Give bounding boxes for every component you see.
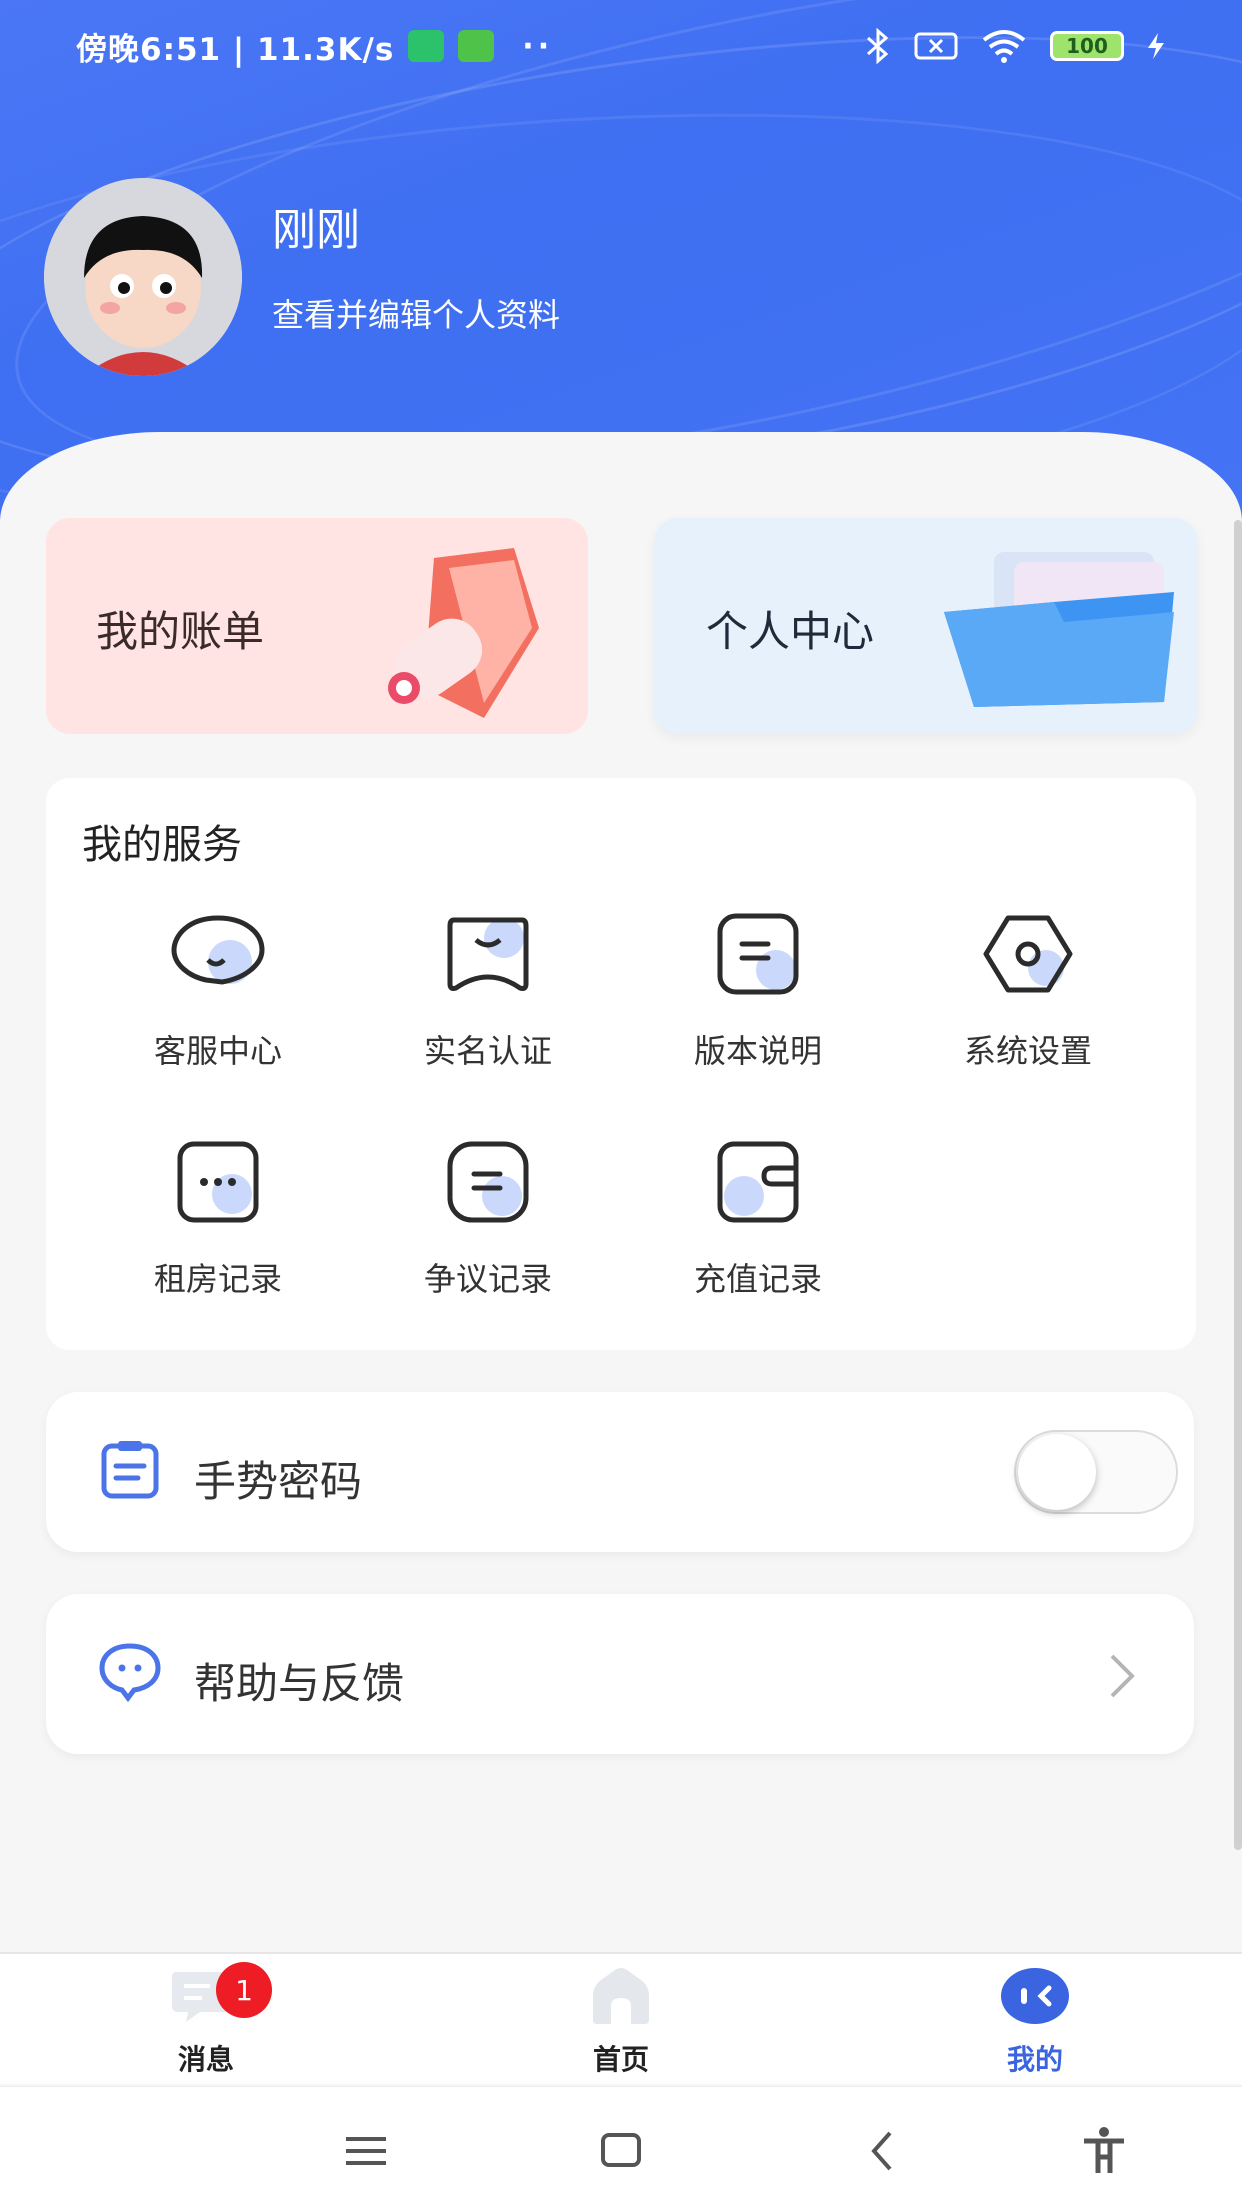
bluetooth-icon [867,28,889,64]
personal-center-card[interactable]: 个人中心 [654,518,1198,734]
service-real-name-verify[interactable]: 实名认证 [398,906,578,1076]
no-sim-icon [914,32,958,60]
service-label: 充值记录 [693,1260,822,1298]
battery-icon: 100 [1050,31,1124,61]
settings-icon [983,915,1073,993]
dispute-record-icon [447,1141,529,1223]
shield-app-icon [408,30,445,62]
rent-record-icon [177,1141,259,1223]
my-bill-label: 我的账单 [96,607,265,656]
home-icon [593,1968,649,2024]
wifi-icon [982,30,1026,63]
service-label: 版本说明 [693,1032,822,1070]
id-verify-icon [447,917,529,991]
gesture-password-row: 手势密码 [46,1392,1194,1552]
service-customer-center[interactable]: 客服中心 [128,906,308,1076]
edit-profile-link[interactable]: 查看并编辑个人资料 [272,290,560,336]
help-feedback-row[interactable]: 帮助与反馈 [46,1594,1194,1754]
more-notifications-icon: ·· [522,28,554,64]
personal-center-label: 个人中心 [706,607,875,656]
help-feedback-label: 帮助与反馈 [194,1659,405,1708]
my-bill-card[interactable]: 我的账单 [46,518,588,734]
chevron-right-icon [1110,1654,1135,1698]
tab-label: 消息 [177,2043,234,2076]
tab-label: 首页 [592,2043,649,2076]
android-app-icon [458,30,495,62]
gesture-password-toggle[interactable] [1014,1430,1178,1514]
service-recharge-record[interactable]: 充值记录 [668,1134,848,1304]
charging-icon [1148,33,1164,59]
accessibility-icon[interactable] [1076,2123,1132,2179]
tab-home[interactable]: 首页 [531,1966,711,2078]
message-count-badge: 1 [216,1962,272,2018]
service-label: 租房记录 [153,1260,282,1298]
service-version-notes[interactable]: 版本说明 [668,906,848,1076]
user-name: 刚刚 [272,205,360,256]
service-label: 客服中心 [153,1032,282,1070]
headset-icon [171,915,265,985]
service-dispute-record[interactable]: 争议记录 [398,1134,578,1304]
bill-illustration-icon [388,548,539,718]
avatar-cartoon-image [44,178,242,376]
system-navigation-bar [0,2086,1242,2208]
status-time-speed: 傍晚6:51 | 11.3K/s [76,31,395,68]
status-bar: 傍晚6:51 | 11.3K/s ·· 100 [0,0,1242,92]
tab-mine[interactable]: 我的 [945,1966,1125,2078]
back-icon[interactable] [856,2123,912,2179]
gesture-password-label: 手势密码 [194,1457,363,1506]
folder-illustration-icon [944,552,1174,707]
my-services-title: 我的服务 [82,822,242,868]
bottom-tab-bar: 消息 首页 我的 [0,1952,1242,2084]
chat-bubble-icon [99,1643,161,1703]
my-services-panel: 我的服务 客服中心 实名认证 版本说明 系统设置 租房记录 争议记录 充值记录 [46,778,1196,1350]
avatar[interactable] [44,178,242,376]
version-doc-icon [717,913,799,995]
home-square-icon[interactable] [593,2123,649,2179]
menu-icon[interactable] [338,2123,394,2179]
toggle-knob [1018,1434,1096,1510]
service-system-settings[interactable]: 系统设置 [938,906,1118,1076]
service-rent-record[interactable]: 租房记录 [128,1134,308,1304]
profile-face-icon [1001,1968,1069,2024]
service-label: 争议记录 [423,1260,552,1298]
tab-label: 我的 [1006,2043,1063,2076]
scrollbar[interactable] [1234,520,1242,1850]
service-label: 实名认证 [423,1032,552,1070]
service-label: 系统设置 [963,1032,1092,1070]
clipboard-icon [101,1441,159,1499]
wallet-icon [717,1141,799,1223]
